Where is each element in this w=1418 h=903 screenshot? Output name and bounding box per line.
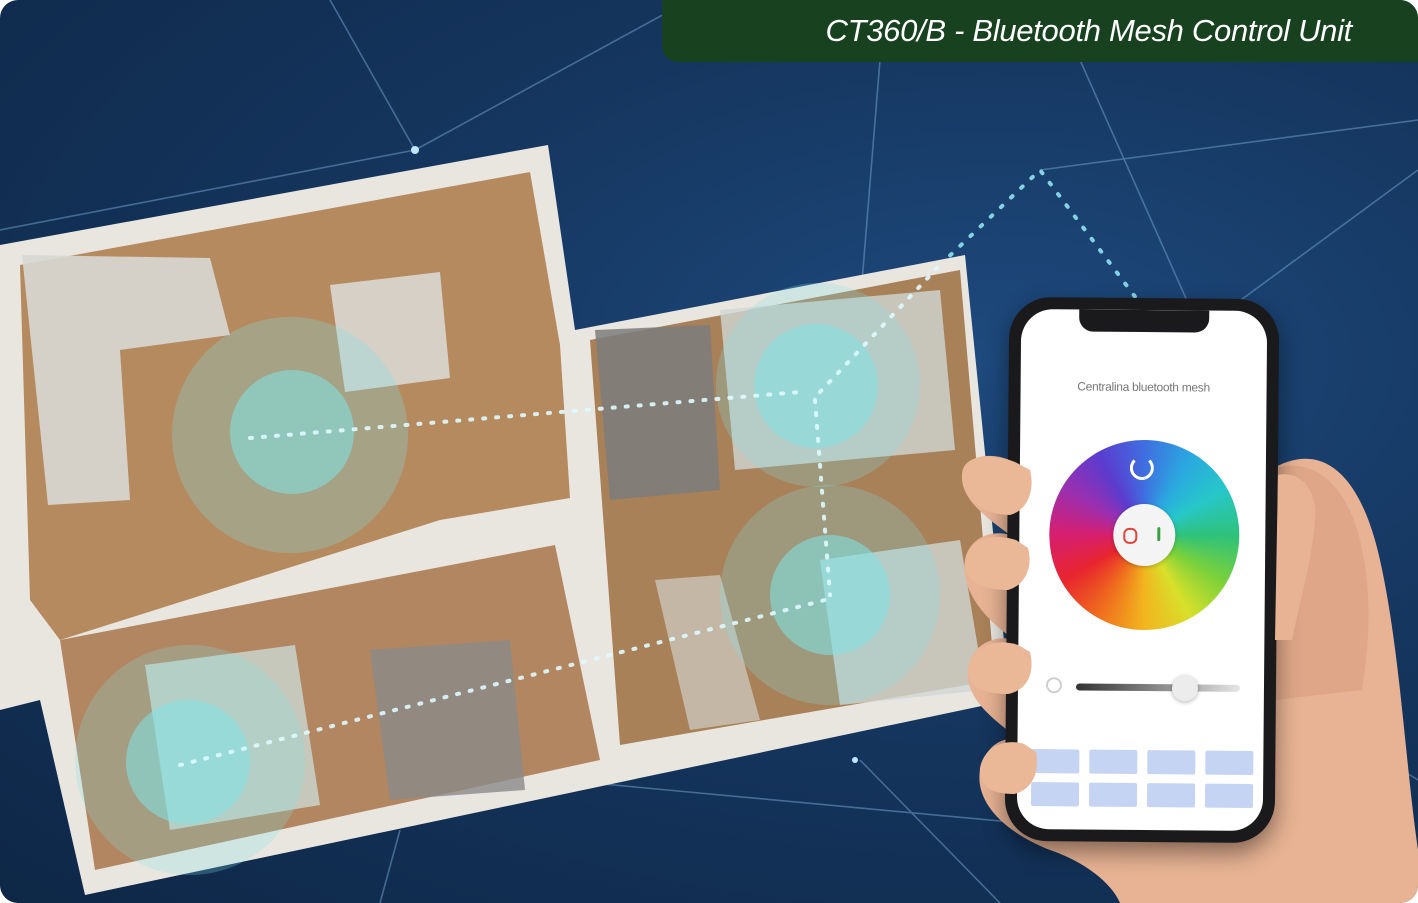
power-off-icon[interactable] <box>1123 527 1138 544</box>
product-image-card: Centralina bluetooth mesh CT360/B - Blue… <box>0 0 1418 903</box>
bulb-icon <box>1045 677 1063 694</box>
preset-button[interactable] <box>1031 749 1080 774</box>
refresh-icon[interactable] <box>1129 455 1154 481</box>
preset-button[interactable] <box>1146 783 1196 808</box>
preset-button[interactable] <box>1088 782 1138 807</box>
phone-notch <box>1079 309 1210 333</box>
product-title: CT360/B - Bluetooth Mesh Control Unit <box>825 13 1353 48</box>
power-on-icon[interactable] <box>1157 527 1161 542</box>
preset-button[interactable] <box>1147 750 1196 775</box>
brightness-slider[interactable] <box>1075 683 1241 692</box>
color-presets <box>1030 749 1255 808</box>
phone-screen: Centralina bluetooth mesh <box>1016 308 1268 832</box>
smartphone: Centralina bluetooth mesh <box>1004 296 1280 844</box>
preset-button[interactable] <box>1030 782 1080 807</box>
color-wheel[interactable] <box>1048 439 1241 631</box>
app-title: Centralina bluetooth mesh <box>1077 379 1210 395</box>
power-toggle[interactable] <box>1113 503 1176 567</box>
brightness-slider-thumb[interactable] <box>1171 675 1199 702</box>
preset-button[interactable] <box>1204 783 1254 808</box>
preset-button[interactable] <box>1205 750 1254 775</box>
title-banner: CT360/B - Bluetooth Mesh Control Unit <box>662 0 1418 62</box>
preset-button[interactable] <box>1089 749 1138 774</box>
